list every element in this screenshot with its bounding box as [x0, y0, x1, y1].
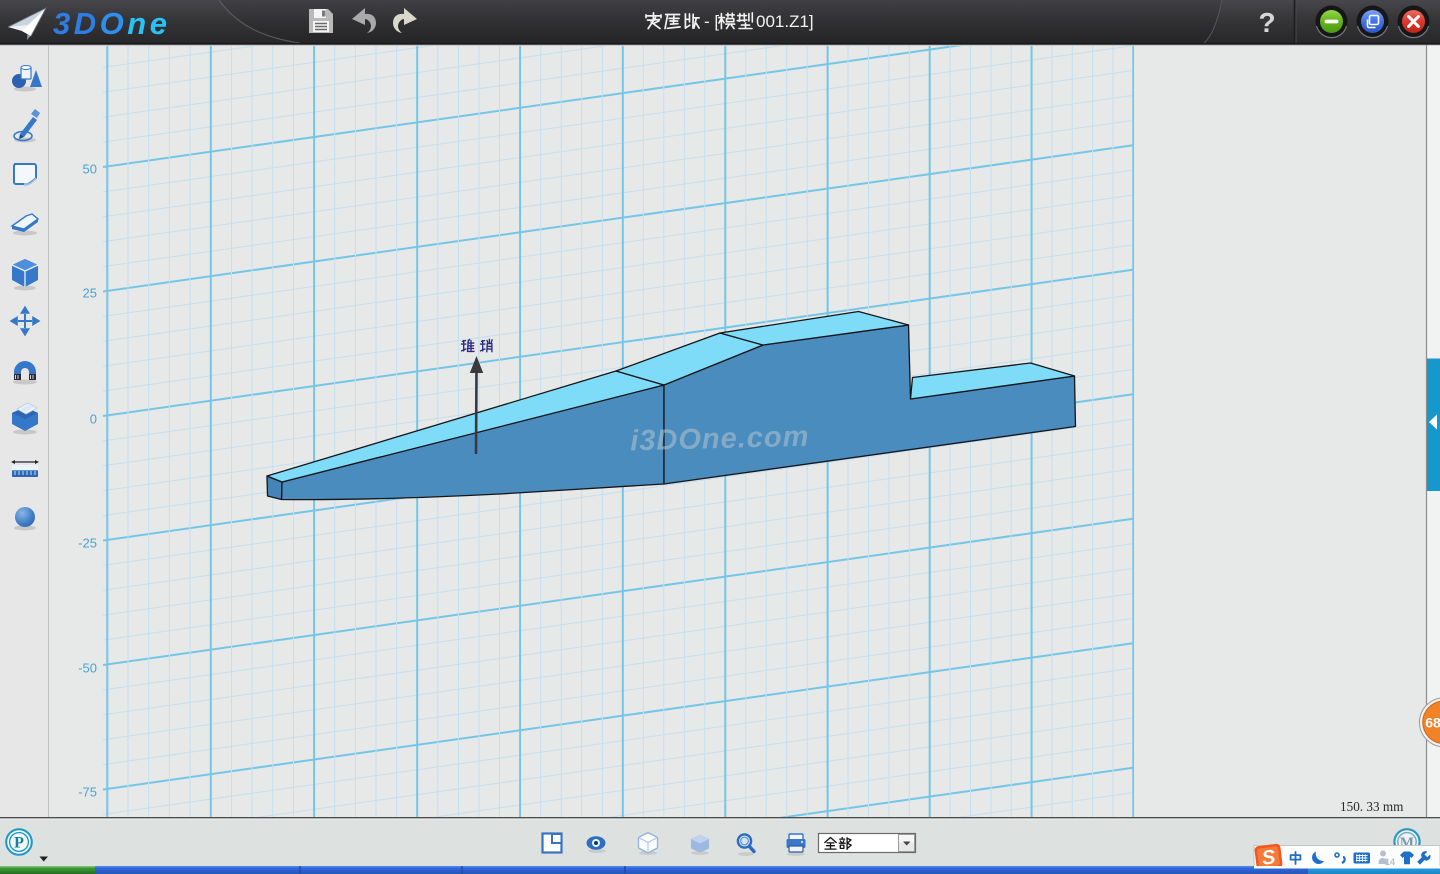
svg-text:14: 14 [1385, 857, 1395, 867]
svg-text:-75: -75 [78, 785, 97, 800]
svg-text:?: ? [1258, 7, 1275, 38]
svg-text:0: 0 [90, 412, 97, 427]
svg-text:P: P [14, 835, 24, 852]
svg-text:25: 25 [83, 286, 97, 301]
svg-text:-25: -25 [78, 536, 97, 551]
svg-text:150. 33 mm: 150. 33 mm [1340, 799, 1404, 814]
svg-text:68: 68 [1425, 715, 1440, 731]
svg-text:i3DOne.com: i3DOne.com [630, 421, 810, 458]
svg-text:3DOne: 3DOne [53, 6, 170, 41]
svg-text:50: 50 [83, 162, 97, 177]
svg-text:- [: - [ [704, 12, 719, 31]
svg-text:001.Z1]: 001.Z1] [756, 12, 814, 31]
svg-text:-50: -50 [78, 661, 97, 676]
